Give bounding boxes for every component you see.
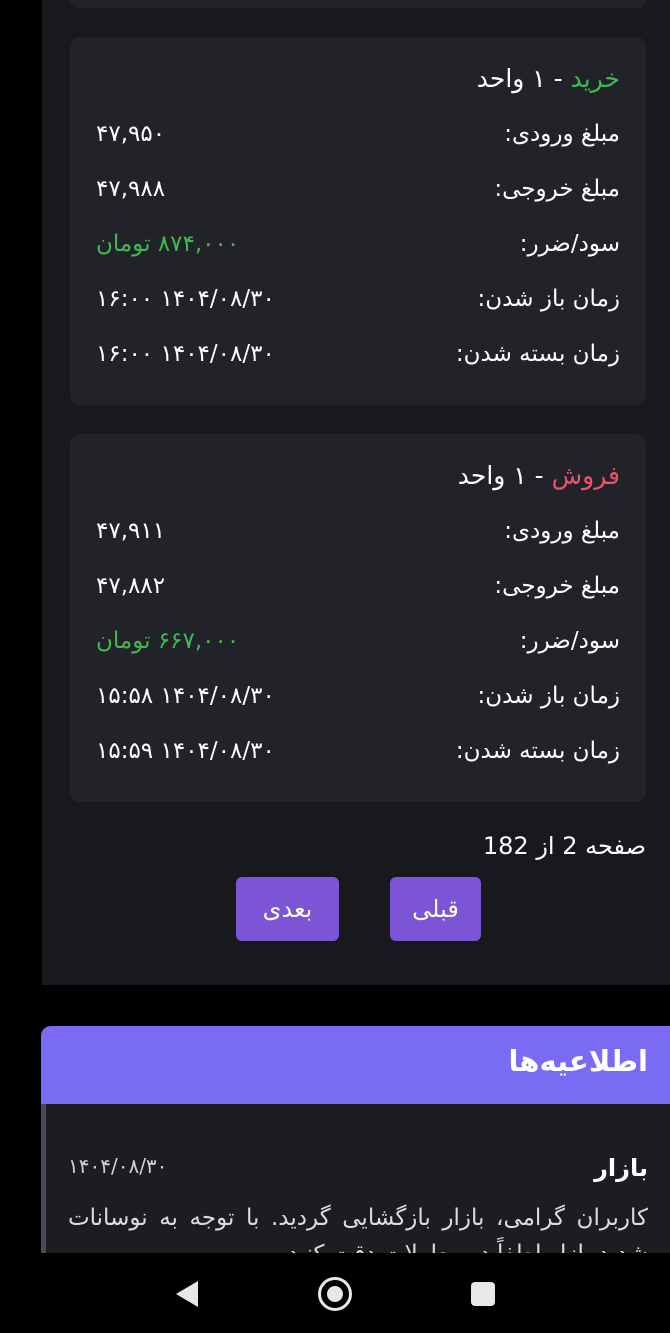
trade-units: - ۱ واحد bbox=[476, 64, 571, 93]
trade-type-sell: فروش bbox=[551, 461, 620, 490]
close-time-value: ۱۴۰۴/۰۸/۳۰ ۱۵:۵۹ bbox=[96, 738, 275, 764]
announcements-header: اطلاعیه‌ها bbox=[41, 1026, 670, 1104]
announcement-date: ۱۴۰۴/۰۸/۳۰ bbox=[68, 1154, 168, 1178]
exit-price-value: ۴۷,۸۸۲ bbox=[96, 573, 166, 599]
trade-type-buy: خرید bbox=[570, 64, 620, 93]
next-page-button[interactable]: بعدی bbox=[236, 877, 339, 941]
announcements-title: اطلاعیه‌ها bbox=[508, 1044, 648, 1078]
open-time-value: ۱۴۰۴/۰۸/۳۰ ۱۵:۵۸ bbox=[96, 683, 275, 709]
exit-price-row: مبلغ خروجی: ۴۷,۹۸۸ bbox=[96, 172, 620, 206]
profit-loss-value: ۸۷۴,۰۰۰ تومان bbox=[96, 231, 240, 257]
announcement-text: کاربران گرامی، بازار بازگشایی گردید. با … bbox=[68, 1205, 648, 1256]
profit-loss-row: سود/ضرر: ۶۶۷,۰۰۰ تومان bbox=[96, 624, 620, 658]
exit-price-value: ۴۷,۹۸۸ bbox=[96, 176, 166, 202]
close-time-label: زمان بسته شدن: bbox=[455, 738, 620, 764]
trade-card: فروش - ۱ واحد مبلغ ورودی: ۴۷,۹۱۱ مبلغ خر… bbox=[70, 434, 646, 802]
profit-loss-label: سود/ضرر: bbox=[519, 231, 620, 257]
profit-loss-value: ۶۶۷,۰۰۰ تومان bbox=[96, 628, 240, 654]
trade-card-title: خرید - ۱ واحد bbox=[477, 63, 620, 95]
entry-price-label: مبلغ ورودی: bbox=[504, 121, 620, 147]
announcement-item[interactable]: بازار ۱۴۰۴/۰۸/۳۰ کاربران گرامی، بازار با… bbox=[41, 1104, 670, 1256]
entry-price-value: ۴۷,۹۵۰ bbox=[96, 121, 166, 147]
system-navigation-bar bbox=[0, 1253, 670, 1333]
previous-page-button[interactable]: قبلی bbox=[390, 877, 481, 941]
announcements-panel: اطلاعیه‌ها بازار ۱۴۰۴/۰۸/۳۰ کاربران گرام… bbox=[41, 1026, 670, 1256]
recent-apps-icon[interactable] bbox=[471, 1282, 495, 1306]
open-time-row: زمان باز شدن: ۱۴۰۴/۰۸/۳۰ ۱۵:۵۸ bbox=[96, 679, 620, 713]
exit-price-label: مبلغ خروجی: bbox=[494, 573, 620, 599]
exit-price-row: مبلغ خروجی: ۴۷,۸۸۲ bbox=[96, 569, 620, 603]
home-icon[interactable] bbox=[318, 1277, 352, 1311]
profit-loss-label: سود/ضرر: bbox=[519, 628, 620, 654]
announcement-title: بازار bbox=[594, 1154, 648, 1182]
page-indicator: صفحه 2 از 182 bbox=[482, 832, 646, 860]
trade-card-title: فروش - ۱ واحد bbox=[458, 460, 620, 492]
exit-price-label: مبلغ خروجی: bbox=[494, 176, 620, 202]
open-time-label: زمان باز شدن: bbox=[477, 683, 620, 709]
close-time-row: زمان بسته شدن: ۱۴۰۴/۰۸/۳۰ ۱۵:۵۹ bbox=[96, 734, 620, 768]
open-time-value: ۱۴۰۴/۰۸/۳۰ ۱۶:۰۰ bbox=[96, 286, 275, 312]
trade-units: - ۱ واحد bbox=[457, 461, 552, 490]
entry-price-label: مبلغ ورودی: bbox=[504, 518, 620, 544]
previous-trade-card bbox=[70, 0, 646, 8]
close-time-value: ۱۴۰۴/۰۸/۳۰ ۱۶:۰۰ bbox=[96, 341, 275, 367]
left-background-strip bbox=[0, 0, 42, 985]
back-icon[interactable] bbox=[176, 1281, 198, 1307]
entry-price-value: ۴۷,۹۱۱ bbox=[96, 518, 166, 544]
trade-card: خرید - ۱ واحد مبلغ ورودی: ۴۷,۹۵۰ مبلغ خر… bbox=[70, 37, 646, 405]
profit-loss-row: سود/ضرر: ۸۷۴,۰۰۰ تومان bbox=[96, 227, 620, 261]
close-time-row: زمان بسته شدن: ۱۴۰۴/۰۸/۳۰ ۱۶:۰۰ bbox=[96, 337, 620, 371]
entry-price-row: مبلغ ورودی: ۴۷,۹۵۰ bbox=[96, 117, 620, 151]
entry-price-row: مبلغ ورودی: ۴۷,۹۱۱ bbox=[96, 514, 620, 548]
close-time-label: زمان بسته شدن: bbox=[455, 341, 620, 367]
open-time-label: زمان باز شدن: bbox=[477, 286, 620, 312]
open-time-row: زمان باز شدن: ۱۴۰۴/۰۸/۳۰ ۱۶:۰۰ bbox=[96, 282, 620, 316]
